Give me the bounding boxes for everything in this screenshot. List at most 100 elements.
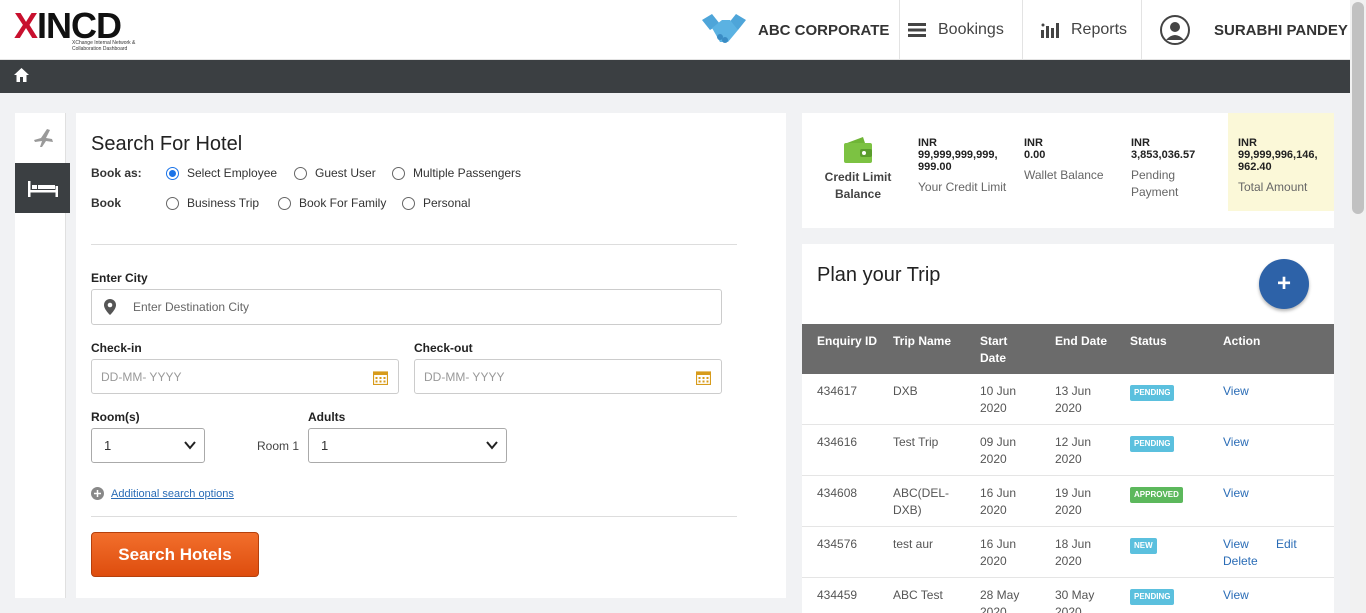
radio-dot[interactable] <box>166 196 179 210</box>
status-badge: PENDING <box>1130 589 1175 605</box>
bar-chart-icon <box>1041 23 1059 38</box>
radio-dot[interactable] <box>278 196 291 210</box>
book-label: Book <box>91 196 121 210</box>
bed-icon <box>27 181 58 197</box>
logo-x: X <box>14 5 38 46</box>
col-enquiry-id: Enquiry ID <box>817 334 878 348</box>
adults-select[interactable]: 1 <box>308 428 507 463</box>
tab-hotels[interactable] <box>15 163 70 213</box>
list-icon <box>908 23 926 37</box>
delete-link[interactable]: Delete <box>1223 553 1258 570</box>
checkin-placeholder: DD-MM- YYYY <box>101 369 182 384</box>
city-label: Enter City <box>91 271 148 285</box>
location-pin-icon <box>104 299 116 315</box>
divider <box>91 244 737 245</box>
city-input[interactable]: Enter Destination City <box>91 289 722 325</box>
radio-dot[interactable] <box>294 166 307 180</box>
rooms-select[interactable]: 1 <box>91 428 205 463</box>
balance-card: Credit Limit Balance INR 99,999,999,999,… <box>802 113 1334 228</box>
city-placeholder: Enter Destination City <box>133 300 250 314</box>
edit-link[interactable]: Edit <box>1276 536 1297 553</box>
col-end-date: End Date <box>1055 334 1108 348</box>
plane-icon <box>33 129 53 147</box>
status-badge: APPROVED <box>1130 487 1183 503</box>
additional-options[interactable]: Additional search options <box>91 487 234 500</box>
radio-dot[interactable] <box>402 196 415 210</box>
handshake-icon <box>702 14 746 43</box>
col-status: Status <box>1130 334 1167 348</box>
calendar-icon[interactable] <box>696 370 711 385</box>
checkin-label: Check-in <box>91 341 142 355</box>
divider <box>91 516 737 517</box>
product-tabs <box>15 113 70 598</box>
status-badge: PENDING <box>1130 385 1175 401</box>
col-trip-name: Trip Name <box>893 334 952 348</box>
logo-tagline: XChange Internal Network & Collaboration… <box>72 40 136 52</box>
scrollbar-thumb[interactable] <box>1352 2 1364 214</box>
wallet-icon <box>844 137 872 163</box>
search-hotels-button[interactable]: Search Hotels <box>91 532 259 577</box>
radio-multiple-passengers[interactable]: Multiple Passengers <box>392 166 521 180</box>
radio-dot[interactable] <box>166 166 179 180</box>
table-row: 434616 Test Trip 09 Jun 2020 12 Jun 2020… <box>802 425 1334 476</box>
top-header: XINCD XChange Internal Network & Collabo… <box>0 0 1350 60</box>
radio-book-for-family[interactable]: Book For Family <box>278 196 386 210</box>
user-name: SURABHI PANDEY <box>1214 21 1348 39</box>
hotel-search-panel: Search For Hotel Book as: Select Employe… <box>76 113 786 598</box>
trip-table-header: Enquiry ID Trip Name Start Date End Date… <box>802 324 1334 374</box>
rooms-label: Room(s) <box>91 410 140 424</box>
company-name: ABC CORPORATE <box>758 21 890 39</box>
radio-select-employee[interactable]: Select Employee <box>166 166 277 180</box>
book-as-label: Book as: <box>91 166 142 180</box>
view-link[interactable]: View <box>1223 485 1249 502</box>
plus-circle-icon <box>91 487 104 500</box>
nav-reports[interactable]: Reports <box>1023 0 1142 60</box>
radio-business-trip[interactable]: Business Trip <box>166 196 259 210</box>
view-link[interactable]: View <box>1223 587 1249 604</box>
nav-bookings-label: Bookings <box>938 21 1004 38</box>
view-link[interactable]: View <box>1223 434 1249 451</box>
additional-options-link[interactable]: Additional search options <box>111 488 234 500</box>
add-trip-button[interactable]: + <box>1259 259 1309 309</box>
table-row: 434459 ABC Test 28 May 2020 30 May 2020 … <box>802 578 1334 613</box>
chevron-down-icon <box>184 441 196 450</box>
tab-flights[interactable] <box>15 113 70 163</box>
home-icon[interactable] <box>14 68 29 82</box>
total-amount: INR 99,999,996,146, 962.40 Total Amount <box>1238 137 1318 194</box>
checkin-input[interactable]: DD-MM- YYYY <box>91 359 399 394</box>
plan-trip-panel: Plan your Trip + Enquiry ID Trip Name St… <box>802 244 1334 613</box>
search-title: Search For Hotel <box>91 133 243 155</box>
checkout-input[interactable]: DD-MM- YYYY <box>414 359 722 394</box>
pending-payment: INR 3,853,036.57 Pending Payment <box>1131 137 1196 199</box>
trip-title: Plan your Trip <box>817 264 941 286</box>
view-link[interactable]: View <box>1223 383 1249 400</box>
status-badge: PENDING <box>1130 436 1175 452</box>
col-action: Action <box>1223 334 1261 348</box>
breadcrumb <box>0 60 1350 93</box>
user-avatar-icon <box>1160 15 1190 45</box>
company-selector[interactable]: ABC CORPORATE <box>700 0 901 60</box>
nav-reports-label: Reports <box>1071 21 1128 38</box>
nav-bookings[interactable]: Bookings <box>890 0 1023 60</box>
chevron-down-icon <box>486 441 498 450</box>
credit-limit-balance: Credit Limit Balance <box>822 137 894 203</box>
credit-limit: INR 99,999,999,999, 999.00 Your Credit L… <box>918 137 1007 194</box>
view-link[interactable]: View <box>1223 536 1249 553</box>
checkout-placeholder: DD-MM- YYYY <box>424 369 505 384</box>
status-badge: NEW <box>1130 538 1157 554</box>
adults-label: Adults <box>308 410 346 424</box>
table-row: 434617 DXB 10 Jun 2020 13 Jun 2020 PENDI… <box>802 374 1334 425</box>
logo[interactable]: XINCD XChange Internal Network & Collabo… <box>14 5 138 53</box>
calendar-icon[interactable] <box>373 370 388 385</box>
table-row: 434576 test aur 16 Jun 2020 18 Jun 2020 … <box>802 527 1334 578</box>
wallet-balance: INR 0.00 Wallet Balance <box>1024 137 1104 182</box>
radio-dot[interactable] <box>392 166 405 180</box>
col-start-date: Start Date <box>980 334 1008 365</box>
radio-guest-user[interactable]: Guest User <box>294 166 376 180</box>
page-scrollbar[interactable] <box>1350 0 1366 613</box>
user-menu[interactable]: SURABHI PANDEY <box>1142 0 1350 60</box>
room1-label: Room 1 <box>257 439 300 453</box>
checkout-label: Check-out <box>414 341 473 355</box>
radio-personal[interactable]: Personal <box>402 196 470 210</box>
table-row: 434608 ABC(DEL-DXB) 16 Jun 2020 19 Jun 2… <box>802 476 1334 527</box>
